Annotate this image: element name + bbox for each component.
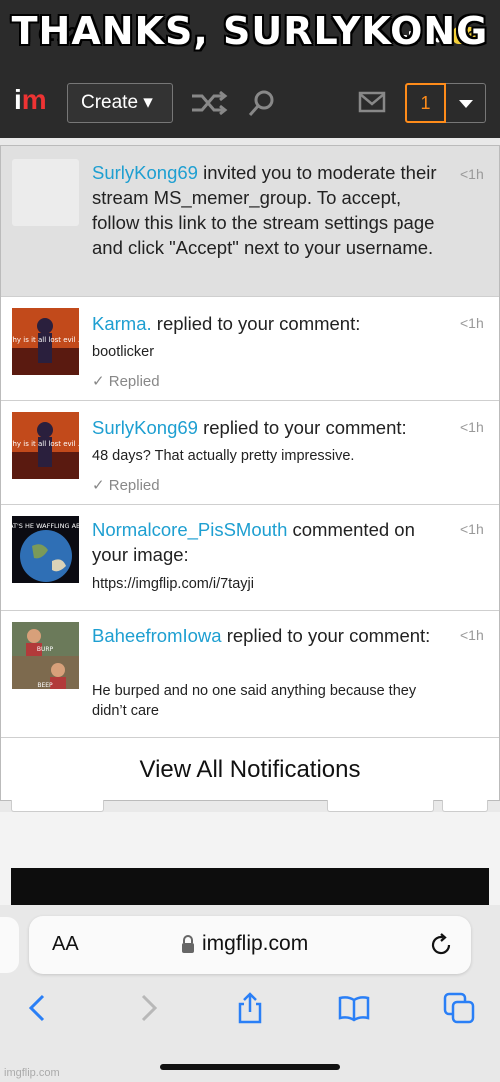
- notification-user[interactable]: Karma.: [92, 313, 152, 334]
- back-icon[interactable]: [23, 992, 55, 1024]
- notification-comment: 48 days? That actually pretty impressive…: [92, 448, 355, 464]
- notification-time: <1h: [460, 419, 484, 435]
- notification-item[interactable]: Why is it all lost evil ... SurlyKong69 …: [1, 401, 499, 505]
- meme-thumbnail-image: BURP BEEP: [12, 622, 79, 689]
- share-icon[interactable]: [234, 992, 266, 1024]
- tabs-icon[interactable]: [443, 992, 475, 1024]
- meme-caption: THANKS, SURLYKONG: [11, 9, 489, 53]
- meme-thumbnail-image: Why is it all lost evil ...: [12, 308, 79, 375]
- background-control: [11, 800, 104, 812]
- notification-comment: He burped and no one said anything becau…: [92, 683, 417, 719]
- notification-text: SurlyKong69 replied to your comment:: [92, 417, 407, 438]
- home-indicator[interactable]: [160, 1064, 340, 1070]
- notification-text: BaheefromIowa replied to your comment:: [92, 625, 431, 646]
- notification-text: SurlyKong69 invited you to moderate thei…: [92, 162, 437, 258]
- previous-tab-preview[interactable]: [0, 917, 19, 973]
- forward-icon[interactable]: [131, 992, 163, 1024]
- notification-comment[interactable]: https://imgflip.com/i/7tayji: [92, 574, 452, 594]
- notification-time: <1h: [460, 627, 484, 643]
- mail-icon[interactable]: [358, 90, 386, 114]
- replied-status: ✓ Replied: [92, 373, 160, 390]
- check-icon: ✓: [92, 477, 109, 494]
- notification-text: Karma. replied to your comment:: [92, 313, 361, 334]
- meme-thumbnail-image: WHAT'S HE WAFFLING ABOUT: [12, 516, 79, 583]
- imgflip-watermark: imgflip.com: [4, 1067, 60, 1079]
- notification-item[interactable]: SurlyKong69 invited you to moderate thei…: [1, 146, 499, 297]
- notification-user[interactable]: Normalcore_PisSMouth: [92, 519, 287, 540]
- thumbnail-caption-top: BURP: [37, 646, 54, 653]
- notifications-panel: SurlyKong69 invited you to moderate thei…: [0, 145, 500, 801]
- thumbnail-caption: Why is it all lost evil ...: [12, 336, 79, 344]
- replied-status: ✓ Replied: [92, 477, 160, 494]
- background-image: [11, 868, 489, 908]
- url-text[interactable]: imgflip.com: [202, 932, 308, 956]
- search-icon[interactable]: [247, 88, 277, 118]
- bookmarks-icon[interactable]: [338, 992, 370, 1024]
- lock-icon: [182, 935, 194, 953]
- check-icon: ✓: [92, 373, 109, 390]
- notification-thumbnail: [12, 159, 79, 226]
- notification-text: Normalcore_PisSMouth commented on your i…: [92, 519, 415, 565]
- notification-item[interactable]: Why is it all lost evil ... Karma. repli…: [1, 297, 499, 401]
- notification-count-button[interactable]: 1: [405, 83, 446, 123]
- thumbnail-caption-bottom: BEEP: [37, 682, 53, 689]
- notification-time: <1h: [460, 521, 484, 537]
- create-button[interactable]: Create ▾: [67, 83, 173, 123]
- menu-dropdown-button[interactable]: [446, 83, 486, 123]
- background-control: [442, 800, 488, 812]
- thumbnail-caption: WHAT'S HE WAFFLING ABOUT: [12, 522, 79, 530]
- notification-item[interactable]: WHAT'S HE WAFFLING ABOUT Normalcore_PisS…: [1, 505, 499, 611]
- notification-thumbnail[interactable]: BURP BEEP: [12, 622, 79, 689]
- notification-item[interactable]: BURP BEEP BaheefromIowa replied to your …: [1, 611, 499, 738]
- logo-i: i: [14, 84, 22, 115]
- shuffle-icon[interactable]: [190, 90, 228, 116]
- notification-user[interactable]: SurlyKong69: [92, 162, 198, 183]
- notification-thumbnail[interactable]: Why is it all lost evil ...: [12, 412, 79, 479]
- meme-thumbnail-image: Why is it all lost evil ...: [12, 412, 79, 479]
- thumbnail-caption: Why is it all lost evil ...: [12, 440, 79, 448]
- notification-time: <1h: [460, 315, 484, 331]
- view-all-notifications-link[interactable]: View All Notifications: [1, 737, 499, 800]
- notification-thumbnail[interactable]: WHAT'S HE WAFFLING ABOUT: [12, 516, 79, 583]
- caret-down-icon: [459, 100, 473, 108]
- notification-comment: bootlicker: [92, 344, 155, 360]
- background-control: [327, 800, 434, 812]
- reader-aa-button[interactable]: AA: [52, 933, 79, 956]
- reload-icon[interactable]: [429, 933, 453, 957]
- notification-user[interactable]: SurlyKong69: [92, 417, 198, 438]
- notification-user[interactable]: BaheefromIowa: [92, 625, 222, 646]
- logo-m: m: [21, 84, 47, 115]
- imgflip-logo[interactable]: im: [14, 84, 47, 116]
- notification-thumbnail[interactable]: Why is it all lost evil ...: [12, 308, 79, 375]
- notification-time: <1h: [460, 166, 484, 182]
